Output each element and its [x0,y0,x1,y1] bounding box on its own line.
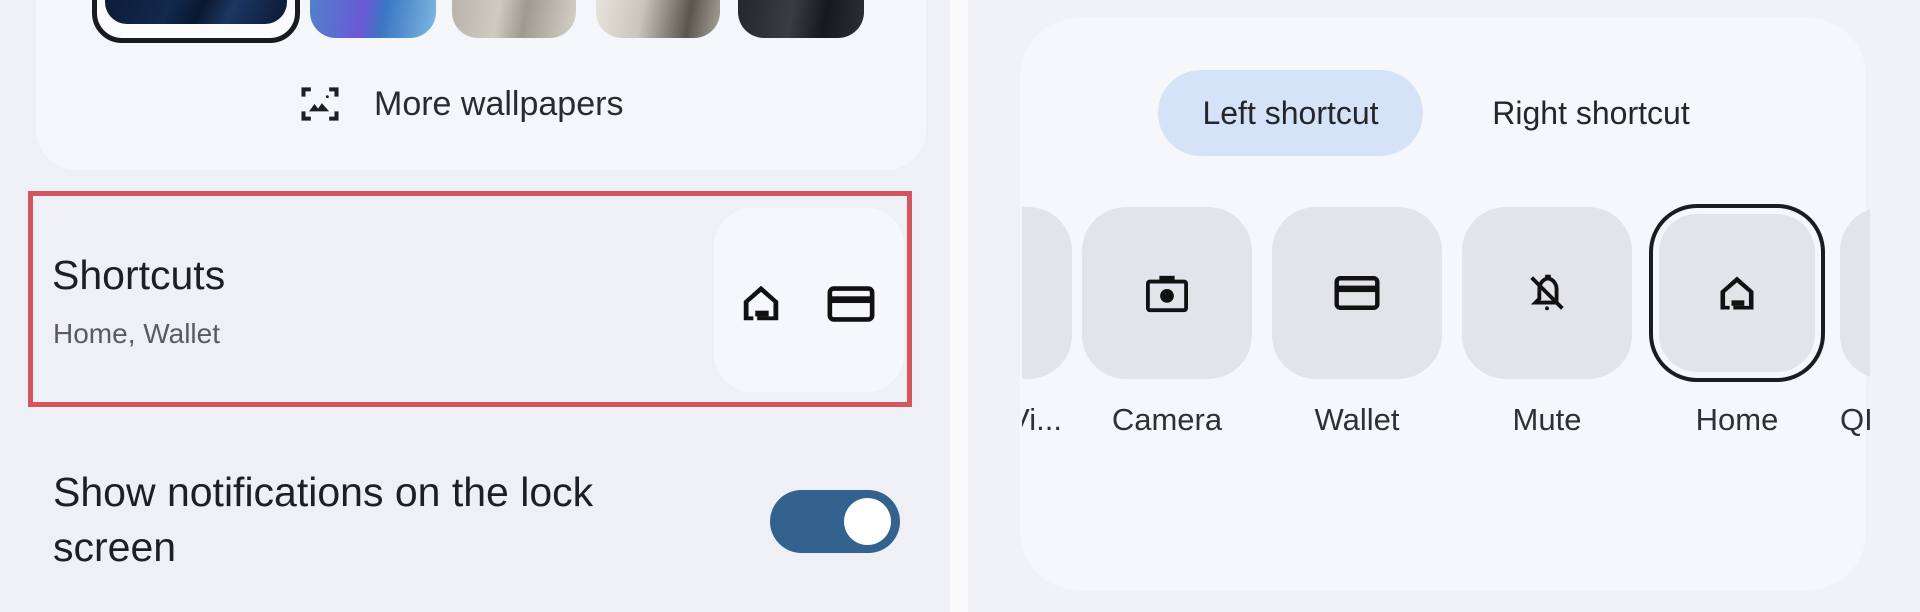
wallet-icon [826,284,876,324]
wallpaper-thumbnail[interactable] [738,0,864,38]
shortcut-option-label: Camera [1111,402,1223,437]
wallpaper-thumbnail[interactable] [452,0,576,38]
mute-icon [1524,269,1570,317]
home-icon [1715,271,1759,315]
wallpaper-icon [298,82,342,126]
shortcut-option-label: QI [1840,402,1870,437]
more-wallpapers-button[interactable]: More wallpapers [298,82,623,126]
camera-icon [1144,272,1190,314]
show-notifications-label: Show notifications on the lock screen [53,469,594,570]
shortcuts-subtitle: Home, Wallet [53,318,221,349]
more-wallpapers-label: More wallpapers [374,84,624,123]
wallet-icon [1333,274,1381,312]
toggle-knob [844,498,891,545]
shortcut-option-home-selected[interactable] [1659,214,1815,372]
shortcut-option-partial[interactable] [1840,207,1870,379]
shortcuts-title: Shortcuts [52,252,226,298]
panel-divider [950,0,968,612]
shortcut-options-carousel[interactable]: Vi... Camera Wallet [1022,195,1870,465]
wallpaper-thumbnail-selected[interactable] [92,0,300,43]
shortcut-option-mute[interactable] [1462,207,1632,379]
tab-right-shortcut[interactable]: Right shortcut [1446,70,1736,156]
home-icon [738,280,784,326]
wallpaper-thumbnail[interactable] [596,0,720,38]
shortcut-option-partial[interactable] [1022,207,1072,379]
shortcut-option-label: Mute [1512,402,1582,437]
tab-left-shortcut[interactable]: Left shortcut [1158,70,1423,156]
shortcut-option-label: Vi... [1022,402,1062,437]
shortcut-option-label: Wallet [1314,402,1400,437]
show-notifications-toggle[interactable] [770,490,900,553]
wallpaper-thumbnail[interactable] [310,0,436,38]
shortcut-option-camera[interactable] [1082,207,1252,379]
shortcut-option-label: Home [1695,402,1779,437]
shortcut-option-wallet[interactable] [1272,207,1442,379]
